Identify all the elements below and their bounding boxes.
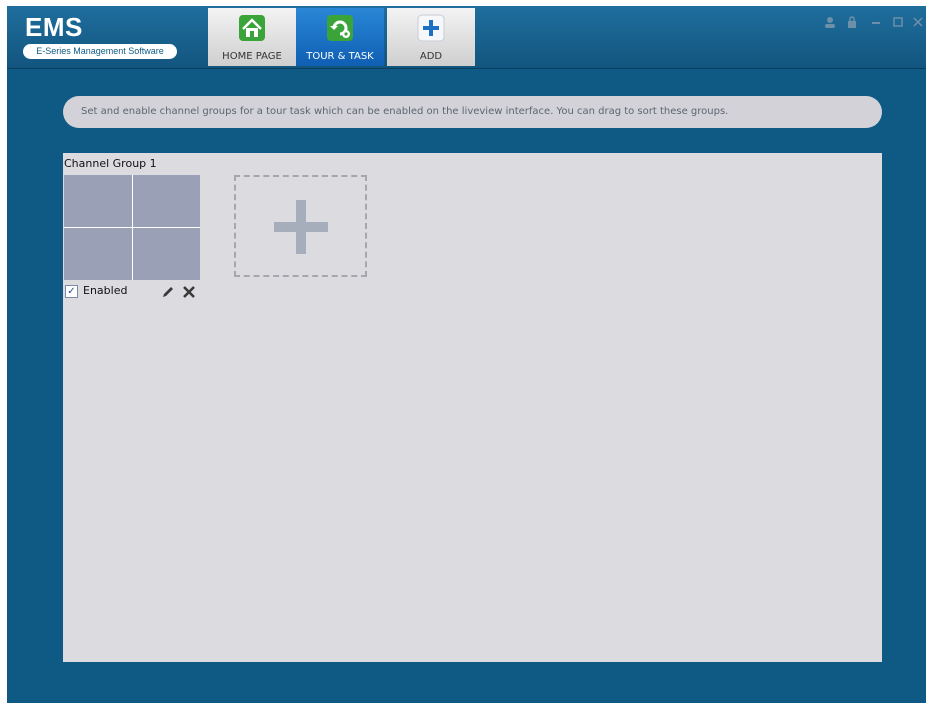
home-icon (239, 15, 265, 41)
enabled-label: Enabled (83, 284, 128, 297)
user-icon[interactable] (823, 16, 837, 30)
lock-icon[interactable] (845, 16, 859, 30)
channel-cell (64, 175, 132, 227)
app-window: EMS E-Series Management Software HOME PA… (7, 6, 926, 703)
tab-add[interactable]: ADD (387, 8, 475, 66)
tab-add-label: ADD (419, 51, 443, 62)
group-title: Channel Group 1 (64, 157, 157, 170)
app-subtitle: E-Series Management Software (23, 44, 177, 59)
channel-cell (132, 228, 200, 280)
info-banner: Set and enable channel groups for a tour… (63, 96, 882, 128)
tab-home-page[interactable]: HOME PAGE (208, 8, 296, 66)
add-group-button[interactable] (234, 175, 367, 277)
plus-icon (274, 200, 328, 254)
add-icon (417, 14, 445, 42)
channel-cell (132, 175, 200, 227)
enabled-checkbox[interactable]: ✓ (65, 285, 78, 298)
minimize-icon[interactable] (869, 16, 883, 30)
tab-tour-task-label: TOUR & TASK (306, 51, 374, 62)
close-icon[interactable] (911, 16, 925, 30)
channel-group-preview[interactable] (64, 175, 200, 280)
title-bar: EMS E-Series Management Software HOME PA… (7, 6, 926, 69)
group-enable-row: ✓ Enabled (65, 284, 201, 300)
edit-icon[interactable] (161, 285, 175, 299)
maximize-icon[interactable] (891, 16, 905, 30)
tour-task-icon (327, 15, 353, 41)
tab-home-page-label: HOME PAGE (222, 51, 282, 62)
delete-icon[interactable] (182, 285, 196, 299)
tab-tour-task[interactable]: TOUR & TASK (296, 8, 384, 66)
channel-groups-panel: Channel Group 1 ✓ Enabled (63, 153, 882, 662)
channel-cell (64, 228, 132, 280)
app-title: EMS (25, 12, 83, 42)
